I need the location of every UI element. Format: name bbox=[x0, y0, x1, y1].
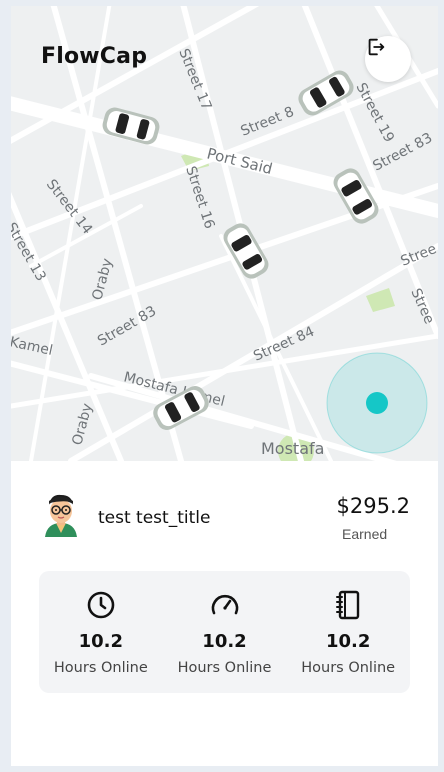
stat-label: Hours Online bbox=[177, 660, 272, 676]
avatar bbox=[45, 494, 77, 537]
map-view[interactable]: Street 17 Street 8 Street 19 Street 83 P… bbox=[11, 6, 438, 461]
current-location-icon bbox=[326, 352, 428, 454]
street-label: Street 16 bbox=[182, 164, 217, 231]
driver-panel: test test_title $295.2 Earned 10.2 Hours… bbox=[11, 461, 438, 766]
brand-title: FlowCap bbox=[41, 44, 148, 69]
stat-value: 10.2 bbox=[78, 631, 124, 652]
earned-amount: $295.2 bbox=[336, 494, 410, 518]
stat-value: 10.2 bbox=[202, 631, 247, 652]
street-label: Stree bbox=[407, 286, 437, 326]
earned-label: Earned bbox=[342, 526, 388, 542]
speedometer-icon bbox=[211, 594, 238, 615]
stat-value: 10.2 bbox=[325, 631, 371, 652]
stat-log: 10.2 Hours Online bbox=[286, 571, 410, 693]
street-label: Mostafa bbox=[261, 439, 324, 458]
stat-label: Hours Online bbox=[53, 660, 148, 676]
logout-button[interactable] bbox=[365, 36, 411, 82]
app-frame: Street 17 Street 8 Street 19 Street 83 P… bbox=[11, 6, 438, 766]
logout-icon bbox=[368, 38, 385, 56]
stat-label: Hours Online bbox=[301, 660, 396, 676]
stats-card: 10.2 Hours Online 10.2 Hours Online 10.2… bbox=[39, 571, 410, 693]
street-label: Kamel bbox=[11, 334, 54, 359]
clock-icon bbox=[87, 591, 115, 619]
stat-speed: 10.2 Hours Online bbox=[163, 571, 287, 693]
stat-hours-online: 10.2 Hours Online bbox=[39, 571, 163, 693]
notebook-icon bbox=[336, 590, 360, 620]
driver-name: test test_title bbox=[98, 508, 211, 528]
street-label: Oraby bbox=[69, 402, 95, 447]
street-label: Street 17 bbox=[175, 47, 214, 113]
